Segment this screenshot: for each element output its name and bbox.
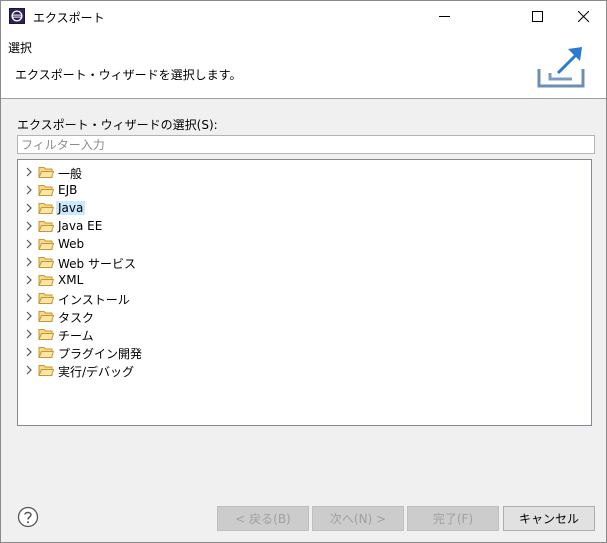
wizard-list-label: エクスポート・ウィザードの選択(S): [17,118,218,132]
folder-icon [38,203,54,214]
help-icon[interactable] [17,506,39,528]
folder-icon [38,311,54,322]
tree-item-label: Web サービス [58,257,136,271]
tree-item-label: チーム [58,329,94,343]
chevron-right-icon[interactable] [24,239,34,249]
tree-item-label: インストール [58,293,130,307]
chevron-right-icon[interactable] [24,185,34,195]
tree-item[interactable]: Java EE [18,217,591,235]
tree-item[interactable]: インストール [18,289,591,307]
tree-item[interactable]: タスク [18,307,591,325]
folder-icon [38,257,54,268]
filter-input[interactable] [17,135,595,154]
eclipse-app-icon [9,8,25,24]
title-bar: エクスポート [1,1,606,31]
folder-icon [38,239,54,250]
page-description: エクスポート・ウィザードを選択します。 [15,68,242,82]
tree-item[interactable]: プラグイン開発 [18,343,591,361]
tree-item-label: 実行/デバッグ [58,365,135,379]
export-dialog: エクスポート 選択 エクスポート・ウィザードを選択します。 エクスポート・ウィザ… [0,0,607,543]
tree-item[interactable]: 実行/デバッグ [18,361,591,379]
chevron-right-icon[interactable] [24,293,34,303]
tree-item-label: Web [58,237,85,251]
chevron-right-icon[interactable] [24,311,34,321]
chevron-right-icon[interactable] [24,365,34,375]
folder-icon [38,329,54,340]
window-title: エクスポート [33,11,105,25]
folder-icon [38,293,54,304]
wizard-tree[interactable]: 一般 EJB Java Java EE Web Web サービス XML インストール タスクチ… [17,159,592,426]
tree-item[interactable]: チーム [18,325,591,343]
maximize-icon [531,10,543,22]
chevron-right-icon[interactable] [24,221,34,231]
tree-item-label: Java [56,201,86,215]
tree-item[interactable]: XML [18,271,591,289]
chevron-right-icon[interactable] [24,347,34,357]
chevron-right-icon[interactable] [24,203,34,213]
tree-item-label: EJB [58,183,78,197]
close-button[interactable] [560,1,606,31]
folder-icon [38,221,54,232]
tree-item-label: XML [58,273,84,287]
folder-icon [38,275,54,286]
cancel-button[interactable]: キャンセル [503,506,595,531]
back-button[interactable]: < 戻る(B) [217,506,309,531]
tree-item-label: 一般 [58,167,83,181]
wizard-header: 選択 エクスポート・ウィザードを選択します。 [1,31,606,99]
minimize-icon [438,15,450,17]
chevron-right-icon[interactable] [24,167,34,177]
tree-item-label: タスク [58,311,95,325]
folder-icon [38,185,54,196]
export-wizard-icon [537,47,585,88]
tree-item[interactable]: 一般 [18,163,591,181]
tree-item-label: プラグイン開発 [58,347,143,361]
next-button[interactable]: 次へ(N) > [312,506,404,531]
tree-item[interactable]: Web [18,235,591,253]
folder-icon [38,347,54,358]
page-title: 選択 [8,41,33,55]
tree-item[interactable]: EJB [18,181,591,199]
folder-icon [38,365,54,376]
finish-button[interactable]: 完了(F) [407,506,499,531]
folder-icon [38,167,54,178]
chevron-right-icon[interactable] [24,329,34,339]
chevron-right-icon[interactable] [24,275,34,285]
tree-item[interactable]: Web サービス [18,253,591,271]
chevron-right-icon[interactable] [24,257,34,267]
tree-item[interactable]: Java [18,199,591,217]
close-icon [577,10,589,22]
maximize-button[interactable] [514,1,560,31]
tree-item-label: Java EE [58,219,103,233]
minimize-button[interactable] [421,1,467,31]
